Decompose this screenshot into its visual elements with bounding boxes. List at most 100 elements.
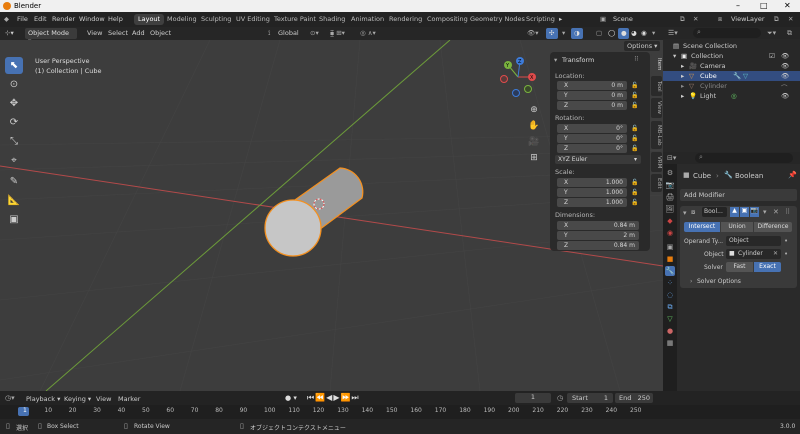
constraints-properties-icon[interactable]: ⧉ (665, 302, 675, 312)
menu-help[interactable]: Help (108, 15, 123, 23)
shading-wireframe-icon[interactable]: ◯ (608, 29, 615, 37)
outliner-row-scene-collection[interactable]: ▤ Scene Collection (663, 41, 800, 51)
collapse-icon[interactable]: ▾ (554, 56, 557, 64)
solver-exact-button[interactable]: Exact (754, 262, 781, 272)
expand-icon[interactable]: › (690, 278, 692, 285)
measure-tool-icon[interactable]: 📐 (5, 192, 23, 209)
close-button[interactable]: ✕ (784, 1, 791, 10)
outliner-editor-icon[interactable]: ☰▾ (668, 29, 678, 37)
viewport-toggle-icon[interactable]: ▣ (740, 207, 749, 217)
transform-tool-icon[interactable]: ⌖ (5, 152, 23, 169)
tab-texture-paint[interactable]: Texture Paint (270, 14, 320, 25)
delete-view-layer-icon[interactable]: ✕ (788, 15, 793, 23)
outliner-search-input[interactable]: ⌕ (693, 28, 761, 38)
keyframe-dot-icon[interactable]: • (784, 250, 788, 258)
ortho-grid-icon[interactable]: ⊞ (528, 150, 540, 166)
gizmo-toggle-icon[interactable]: ✣ (546, 28, 558, 39)
new-scene-icon[interactable]: ⧉ (680, 15, 685, 24)
shading-rendered-icon[interactable]: ◉ (641, 29, 647, 37)
tab-shading[interactable]: Shading (315, 14, 349, 25)
delete-scene-icon[interactable]: ✕ (693, 15, 698, 23)
add-modifier-button[interactable]: Add Modifier (680, 189, 797, 201)
lock-icon[interactable]: 🔓 (631, 92, 638, 99)
visibility-icon[interactable]: 👁▾ (527, 29, 539, 37)
scale-tool-icon[interactable]: ⤡ (5, 133, 23, 150)
lock-icon[interactable]: 🔓 (631, 145, 638, 152)
dropdown-icon[interactable]: ▾ (763, 208, 767, 216)
checkbox-icon[interactable]: ☑ (769, 52, 775, 60)
cursor-tool-icon[interactable]: ⊙ (5, 76, 23, 93)
blender-menu-icon[interactable]: ◆ (4, 15, 9, 23)
output-properties-icon[interactable]: 🖨 (665, 192, 675, 202)
clear-field-icon[interactable]: ✕ (773, 250, 778, 257)
eye-icon[interactable]: 👁 (781, 72, 789, 80)
sidebar-tab-item[interactable]: Item (651, 54, 662, 74)
object-field[interactable]: ■ Cylinder ✕ (726, 249, 781, 259)
data-properties-icon[interactable]: ▽ (665, 314, 675, 324)
proportional-edit-icon[interactable]: ◎ ∧▾ (360, 29, 376, 37)
outliner-row-collection[interactable]: ▾ ▣ Collection ☑ 👁 (663, 51, 800, 61)
expand-icon[interactable]: ▾ (673, 52, 676, 60)
keyframe-dot-icon[interactable]: • (784, 237, 788, 245)
expand-icon[interactable]: ▸ (681, 72, 684, 80)
outliner-row-camera[interactable]: ▸ 🎥 Camera 👁 (663, 61, 800, 71)
menu-edit[interactable]: Edit (34, 15, 47, 23)
difference-button[interactable]: Difference (754, 222, 792, 232)
shading-dropdown-icon[interactable]: ▾ (652, 29, 655, 37)
material-properties-icon[interactable]: ● (665, 326, 675, 336)
physics-properties-icon[interactable]: ◌ (665, 290, 675, 300)
filter-icon[interactable]: ⏷▾ (767, 29, 776, 38)
rotation-y-field[interactable]: Y 0° (557, 134, 627, 143)
drag-handle-icon[interactable]: ⠿ (785, 208, 790, 216)
new-collection-icon[interactable]: ⧉ (787, 29, 792, 38)
options-button[interactable]: Options ▾ (624, 41, 661, 51)
object-properties-icon[interactable]: ■ (665, 254, 675, 264)
rotation-z-field[interactable]: Z 0° (557, 144, 627, 153)
rotate-tool-icon[interactable]: ⟳ (5, 114, 23, 131)
tab-uv-editing[interactable]: UV Editing (232, 14, 274, 25)
editor-type-icon[interactable]: ⊹▾ (5, 29, 14, 37)
lock-icon[interactable]: 🔓 (631, 179, 638, 186)
minimize-button[interactable]: – (736, 1, 740, 10)
properties-editor-icon[interactable]: ⊟▾ (667, 154, 676, 162)
transform-orientation[interactable]: Global (278, 29, 299, 37)
tab-compositing[interactable]: Compositing (423, 14, 472, 25)
rotation-mode-select[interactable]: XYZ Euler ▾ (555, 155, 641, 164)
pivot-icon[interactable]: ⊙▾ (310, 29, 319, 37)
outliner-row-cube[interactable]: ▸ ▽ Cube 🔧 ▽ 👁 (663, 71, 800, 81)
sidebar-tab-edit[interactable]: Edit (651, 174, 662, 192)
shading-solid-icon[interactable]: ● (618, 28, 629, 39)
menu-render[interactable]: Render (52, 15, 75, 23)
view-layer-properties-icon[interactable]: 🖼 (665, 204, 675, 214)
xray-icon[interactable]: ▢ (596, 29, 602, 37)
new-view-layer-icon[interactable]: ⧉ (774, 15, 779, 24)
pan-hand-icon[interactable]: ✋ (528, 118, 540, 134)
tab-animation[interactable]: Animation (347, 14, 388, 25)
render-toggle-icon[interactable]: 📷 (750, 207, 759, 217)
location-y-field[interactable]: Y0 m (557, 91, 627, 100)
eye-icon[interactable]: 👁 (781, 52, 789, 60)
move-tool-icon[interactable]: ✥ (5, 95, 23, 112)
properties-search-input[interactable]: ⌕ (695, 153, 793, 163)
location-z-field[interactable]: Z0 m (557, 101, 627, 110)
menu-add[interactable]: Add (132, 29, 145, 37)
maximize-button[interactable]: □ (760, 1, 768, 10)
operand-type-select[interactable]: Object (726, 236, 781, 246)
collapse-icon[interactable]: ▾ (683, 209, 687, 217)
render-properties-icon[interactable]: 📷 (665, 180, 675, 190)
tab-rendering[interactable]: Rendering (385, 14, 426, 25)
scene-properties-icon[interactable]: ◆ (665, 216, 675, 226)
sidebar-tab-vrm[interactable]: VRM (651, 152, 662, 172)
menu-select[interactable]: Select (108, 29, 128, 37)
tab-geometry-nodes[interactable]: Geometry Nodes (466, 14, 529, 25)
particles-properties-icon[interactable]: ⁘ (665, 278, 675, 288)
world-properties-icon[interactable]: ◉ (665, 228, 675, 238)
scale-x-field[interactable]: X 1.000 (557, 178, 627, 187)
modifier-name-input[interactable]: Bool... (702, 207, 727, 217)
annotate-tool-icon[interactable]: ✎ (5, 173, 23, 190)
menu-object[interactable]: Object (150, 29, 171, 37)
scale-z-field[interactable]: Z 1.000 (557, 198, 627, 207)
intersect-button[interactable]: Intersect (684, 222, 720, 232)
lock-icon[interactable]: 🔓 (631, 102, 638, 109)
union-button[interactable]: Union (721, 222, 753, 232)
